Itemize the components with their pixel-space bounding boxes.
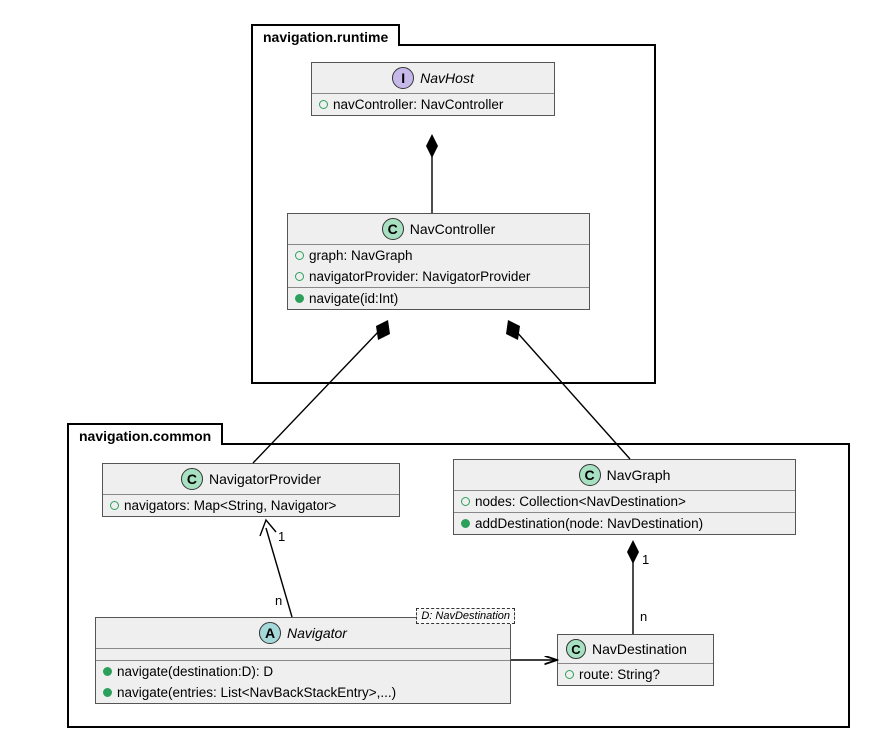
package-name: navigation.runtime	[263, 29, 388, 45]
visibility-public-icon	[461, 497, 470, 506]
visibility-public-method-icon	[103, 688, 112, 697]
attrs-section: navController: NavController	[312, 94, 554, 115]
abstract-badge-icon: A	[259, 622, 281, 644]
visibility-public-icon	[565, 670, 574, 679]
attrs-section: nodes: Collection<NavDestination>	[454, 491, 795, 513]
mult-label: n	[275, 593, 282, 608]
class-name: NavGraph	[607, 467, 671, 483]
class-header-navdestination: C NavDestination	[558, 635, 713, 664]
op-row: navigate(entries: List<NavBackStackEntry…	[96, 682, 510, 703]
mult-label: n	[640, 609, 647, 624]
class-name: NavDestination	[592, 641, 687, 657]
class-navhost: I NavHost navController: NavController	[311, 62, 555, 116]
op-text: navigate(id:Int)	[309, 291, 398, 306]
class-badge-icon: C	[382, 218, 404, 240]
class-header-navcontroller: C NavController	[288, 214, 589, 245]
class-badge-icon: C	[181, 468, 203, 490]
attrs-section-empty	[96, 649, 510, 661]
visibility-public-icon	[319, 100, 328, 109]
package-tab-common: navigation.common	[67, 423, 223, 445]
mult-label: 1	[278, 529, 285, 544]
visibility-public-method-icon	[103, 667, 112, 676]
attr-text: graph: NavGraph	[309, 248, 413, 263]
class-header-navigatorprovider: C NavigatorProvider	[103, 464, 399, 495]
attr-text: navigators: Map<String, Navigator>	[124, 498, 336, 513]
class-navigatorprovider: C NavigatorProvider navigators: Map<Stri…	[102, 463, 400, 517]
op-text: addDestination(node: NavDestination)	[475, 516, 703, 531]
class-navcontroller: C NavController graph: NavGraph navigato…	[287, 213, 590, 310]
class-badge-icon: C	[579, 464, 601, 486]
package-name: navigation.common	[79, 428, 211, 444]
visibility-public-icon	[110, 501, 119, 510]
class-name: NavHost	[420, 70, 474, 86]
visibility-public-method-icon	[295, 294, 304, 303]
attr-text: navController: NavController	[333, 97, 503, 112]
visibility-public-icon	[295, 251, 304, 260]
mult-label: 1	[642, 552, 649, 567]
op-row: navigate(destination:D): D	[96, 661, 510, 682]
attr-text: navigatorProvider: NavigatorProvider	[309, 269, 530, 284]
class-navigator: D: NavDestination A Navigator navigate(d…	[95, 617, 511, 704]
attr-row: route: String?	[558, 664, 713, 685]
class-name: NavigatorProvider	[209, 471, 321, 487]
op-text: navigate(entries: List<NavBackStackEntry…	[117, 685, 396, 700]
attrs-section: route: String?	[558, 664, 713, 685]
class-navgraph: C NavGraph nodes: Collection<NavDestinat…	[453, 459, 796, 535]
ops-section: addDestination(node: NavDestination)	[454, 513, 795, 534]
ops-section: navigate(destination:D): D navigate(entr…	[96, 661, 510, 703]
attr-row: navigators: Map<String, Navigator>	[103, 495, 399, 516]
class-name: Navigator	[287, 625, 347, 641]
attr-text: route: String?	[579, 667, 660, 682]
interface-badge-icon: I	[392, 67, 414, 89]
template-param: D: NavDestination	[416, 608, 515, 624]
class-badge-icon: C	[566, 639, 586, 659]
ops-section: navigate(id:Int)	[288, 288, 589, 309]
class-name: NavController	[410, 221, 496, 237]
attrs-section: navigators: Map<String, Navigator>	[103, 495, 399, 516]
class-header-navgraph: C NavGraph	[454, 460, 795, 491]
visibility-public-icon	[295, 272, 304, 281]
attr-text: nodes: Collection<NavDestination>	[475, 494, 686, 509]
op-text: navigate(destination:D): D	[117, 664, 273, 679]
attrs-section: graph: NavGraph navigatorProvider: Navig…	[288, 245, 589, 288]
op-row: addDestination(node: NavDestination)	[454, 513, 795, 534]
class-navdestination: C NavDestination route: String?	[557, 634, 714, 686]
attr-row: nodes: Collection<NavDestination>	[454, 491, 795, 512]
package-tab-runtime: navigation.runtime	[251, 24, 400, 46]
visibility-public-method-icon	[461, 519, 470, 528]
attr-row: navController: NavController	[312, 94, 554, 115]
attr-row: navigatorProvider: NavigatorProvider	[288, 266, 589, 287]
class-header-navhost: I NavHost	[312, 63, 554, 94]
op-row: navigate(id:Int)	[288, 288, 589, 309]
attr-row: graph: NavGraph	[288, 245, 589, 266]
